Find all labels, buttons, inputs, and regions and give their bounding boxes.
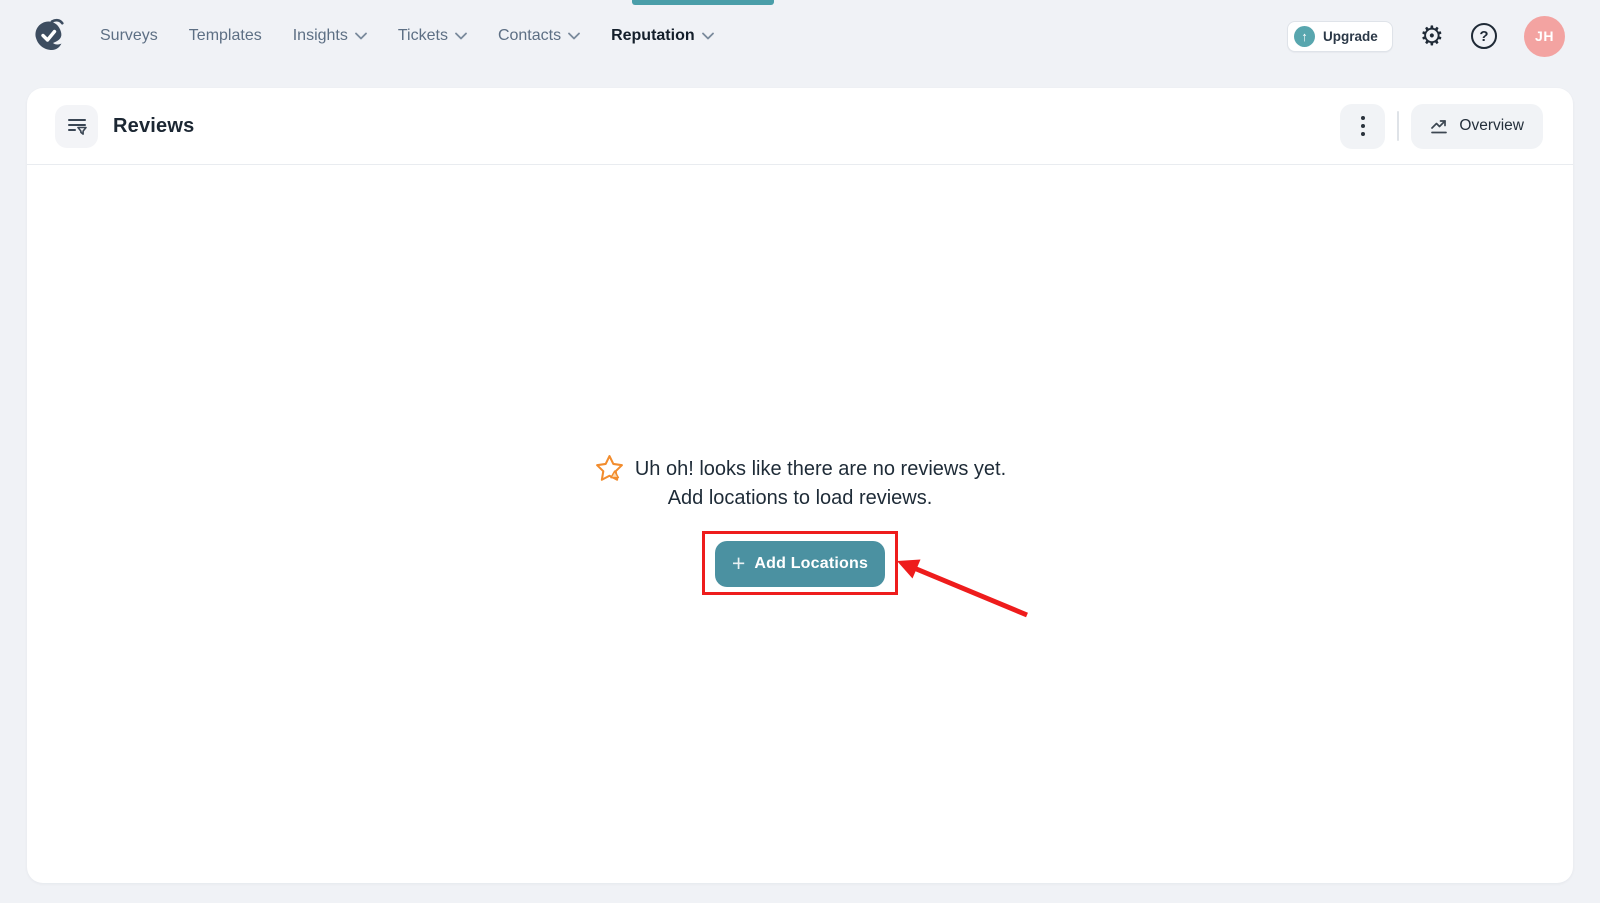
reviews-header: Reviews Overview: [27, 88, 1573, 165]
nav-item-templates[interactable]: Templates: [189, 27, 262, 45]
help-icon[interactable]: ?: [1471, 23, 1497, 49]
trend-chart-icon: [1431, 120, 1448, 134]
app-screen: Surveys Templates Insights Tickets Conta…: [0, 0, 1600, 903]
nav-item-surveys[interactable]: Surveys: [100, 27, 158, 45]
filter-list-button[interactable]: [55, 104, 98, 148]
overview-label: Overview: [1459, 117, 1524, 134]
header-divider: [1397, 111, 1400, 141]
reviews-panel: Reviews Overview Uh oh! looks like there…: [27, 88, 1573, 883]
header-actions: Overview: [1340, 103, 1543, 149]
nav-label: Insights: [292, 27, 348, 44]
empty-state-line2: Add locations to load reviews.: [667, 487, 933, 509]
nav-label: Tickets: [397, 27, 448, 44]
nav-label: Contacts: [497, 27, 562, 44]
nav-item-tickets[interactable]: Tickets: [398, 27, 467, 45]
upgrade-label: Upgrade: [1323, 28, 1378, 44]
upgrade-button[interactable]: ↑ Upgrade: [1287, 20, 1393, 52]
top-navigation-bar: Surveys Templates Insights Tickets Conta…: [0, 0, 1600, 72]
overview-button[interactable]: Overview: [1411, 103, 1543, 149]
more-options-button[interactable]: [1340, 103, 1386, 149]
add-locations-label: Add Locations: [754, 555, 869, 572]
empty-state-line1: Uh oh! looks like there are no reviews y…: [634, 457, 1007, 480]
empty-state: Uh oh! looks like there are no reviews y…: [27, 453, 1573, 587]
topbar-right-controls: ↑ Upgrade ⚙ ? JH: [1287, 0, 1565, 72]
nav-item-contacts[interactable]: Contacts: [498, 27, 580, 45]
filter-list-icon: [67, 119, 87, 135]
chevron-down-icon: [701, 32, 714, 40]
chevron-down-icon: [568, 32, 580, 40]
star-alert-icon: [595, 455, 623, 481]
page-title: Reviews: [113, 114, 195, 137]
user-avatar[interactable]: JH: [1524, 15, 1565, 57]
add-locations-button[interactable]: + Add Locations: [715, 541, 885, 587]
settings-gear-icon[interactable]: ⚙: [1420, 22, 1444, 50]
nav-label: Templates: [188, 27, 262, 44]
nav-item-insights[interactable]: Insights: [293, 27, 367, 45]
chevron-down-icon: [455, 32, 467, 40]
kebab-menu-icon: [1360, 116, 1365, 120]
primary-nav: Surveys Templates Insights Tickets Conta…: [100, 0, 714, 72]
nav-label: Surveys: [100, 27, 158, 44]
plus-icon: +: [731, 549, 746, 576]
nav-item-reputation[interactable]: Reputation: [611, 27, 714, 45]
chevron-down-icon: [354, 32, 367, 40]
nav-label: Reputation: [611, 27, 695, 44]
upgrade-arrow-icon: ↑: [1294, 25, 1316, 47]
brand-logo-icon[interactable]: [30, 17, 70, 57]
